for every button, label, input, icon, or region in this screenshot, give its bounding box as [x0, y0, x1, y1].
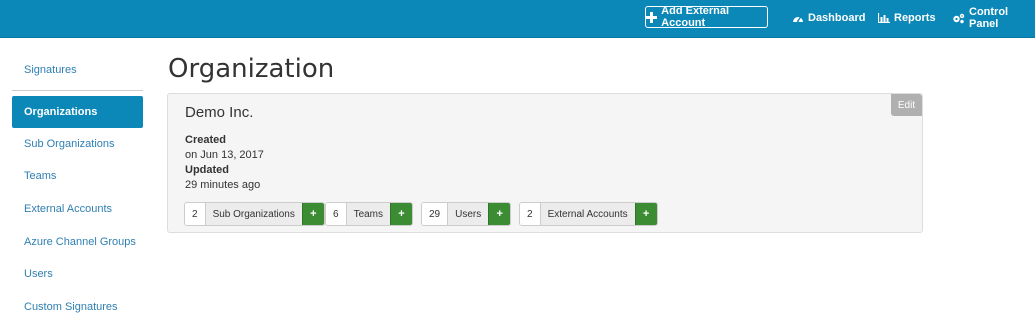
page-title: Organization — [168, 54, 335, 84]
sidebar-item-teams[interactable]: Teams — [12, 160, 143, 192]
edit-button[interactable]: Edit — [891, 94, 922, 116]
sidebar-item-label: Users — [24, 268, 53, 280]
sidebar-item-custom-signatures[interactable]: Custom Signatures — [12, 291, 143, 323]
sidebar-item-azure-channel-groups[interactable]: Azure Channel Groups — [12, 226, 143, 258]
sidebar-item-users[interactable]: Users — [12, 258, 143, 290]
sidebar-item-label: External Accounts — [24, 203, 113, 215]
external-accounts-count: 2 — [520, 203, 541, 225]
sidebar-item-label: Azure Channel Groups — [24, 236, 136, 248]
teams-stat: 6 Teams + — [325, 202, 414, 226]
users-stat: 29 Users + — [421, 202, 512, 226]
add-sub-organization-button[interactable]: + — [301, 203, 324, 225]
external-accounts-label[interactable]: External Accounts — [540, 203, 635, 225]
tachometer-icon — [792, 13, 804, 23]
sidebar-item-organizations[interactable]: Organizations — [12, 96, 143, 128]
created-value: on Jun 13, 2017 — [185, 149, 264, 161]
sidebar-item-label: Organizations — [24, 106, 98, 118]
updated-label: Updated — [185, 164, 229, 176]
sidebar-item-label: Sub Organizations — [24, 138, 115, 150]
teams-label[interactable]: Teams — [346, 203, 391, 225]
add-external-account-inline-button[interactable]: + — [634, 203, 657, 225]
organization-name: Demo Inc. — [185, 104, 254, 121]
users-label[interactable]: Users — [448, 203, 489, 225]
updated-value: 29 minutes ago — [185, 179, 261, 191]
add-user-button[interactable]: + — [488, 203, 511, 225]
sub-organizations-count: 2 — [185, 203, 206, 225]
organization-card: Edit Demo Inc. Created on Jun 13, 2017 U… — [167, 93, 923, 233]
external-accounts-stat: 2 External Accounts + — [519, 202, 658, 226]
nav-control-panel-label: Control Panel — [969, 6, 1009, 30]
created-label: Created — [185, 134, 226, 146]
sub-organizations-stat: 2 Sub Organizations + — [184, 202, 325, 226]
users-count: 29 — [422, 203, 449, 225]
sidebar-item-sub-organizations[interactable]: Sub Organizations — [12, 128, 143, 160]
sidebar-divider — [12, 90, 143, 91]
nav-control-panel[interactable]: Control Panel — [952, 6, 1035, 30]
nav-dashboard-label: Dashboard — [808, 12, 866, 24]
sidebar-item-external-accounts[interactable]: External Accounts — [12, 193, 143, 225]
teams-count: 6 — [326, 203, 347, 225]
nav-reports[interactable]: Reports — [878, 10, 936, 26]
bar-chart-icon — [878, 13, 890, 23]
cogs-icon — [952, 13, 965, 24]
nav-dashboard[interactable]: Dashboard — [792, 10, 865, 26]
nav-reports-label: Reports — [894, 12, 936, 24]
plus-icon — [646, 11, 658, 23]
top-navbar: Add External Account Dashboard Reports C… — [0, 0, 1035, 38]
add-team-button[interactable]: + — [390, 203, 413, 225]
add-external-account-button[interactable]: Add External Account — [645, 5, 768, 29]
add-external-account-label: Add External Account — [661, 5, 730, 29]
sidebar-item-label: Custom Signatures — [24, 301, 118, 313]
sub-organizations-label[interactable]: Sub Organizations — [205, 203, 302, 225]
sidebar-item-label: Teams — [24, 170, 57, 182]
sidebar-item-label: Signatures — [24, 64, 77, 76]
sidebar-item-signatures[interactable]: Signatures — [12, 54, 143, 86]
